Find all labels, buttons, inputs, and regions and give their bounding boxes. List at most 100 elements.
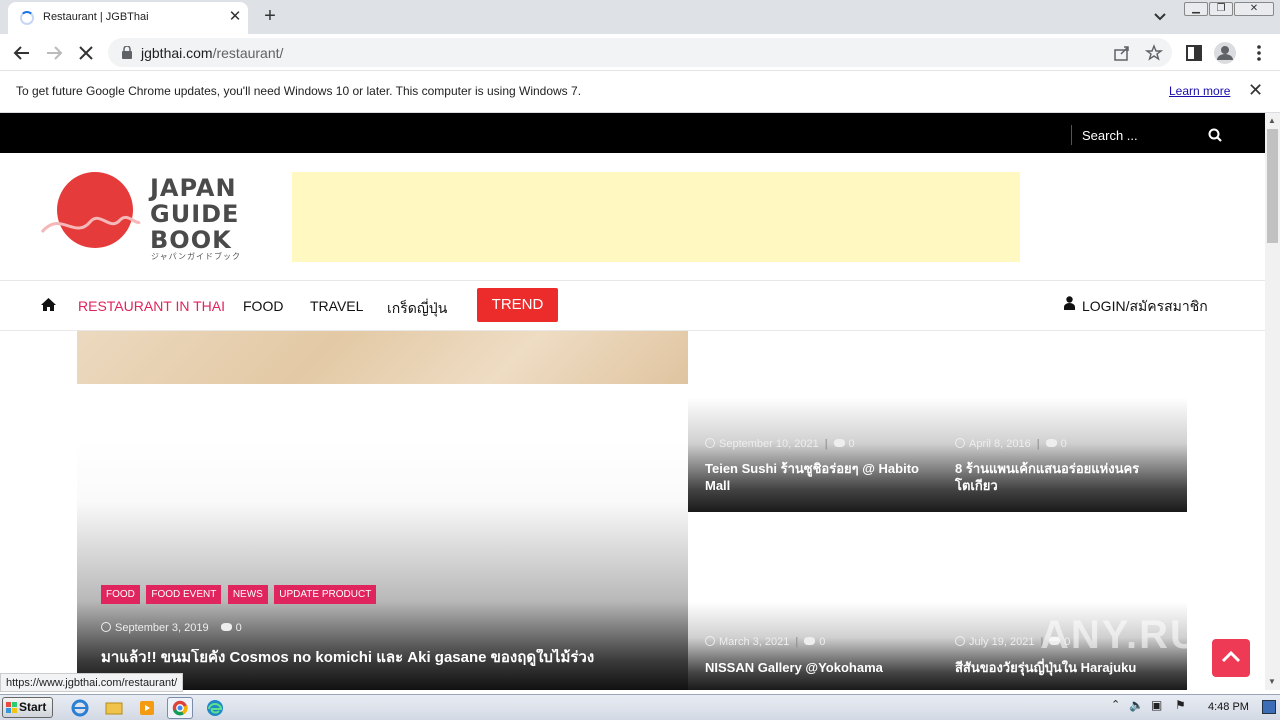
post-title[interactable]: 8 ร้านแพนเค้กแสนอร่อยแห่งนครโตเกียว [955,460,1175,494]
windows-flag-icon [6,702,17,713]
post-tags: FOOD FOOD EVENT NEWS UPDATE PRODUCT [101,584,378,604]
ad-banner[interactable] [292,172,1020,262]
start-button[interactable]: Start [2,697,53,718]
nav-trend-button[interactable]: TREND [477,288,558,322]
nav-food[interactable]: FOOD [243,298,283,314]
post-meta: September 3, 2019 0 [101,622,242,634]
featured-post[interactable]: FOOD FOOD EVENT NEWS UPDATE PRODUCT Sept… [77,331,688,690]
comment-icon [220,623,232,631]
tag-update-product[interactable]: UPDATE PRODUCT [274,585,377,604]
lock-icon[interactable] [122,46,132,59]
clock-icon [955,438,965,448]
nav-japan-trivia[interactable]: เกร็ดญี่ปุ่น [387,298,447,320]
post-meta: March 3, 2021 | 0 [705,636,825,648]
tag-food[interactable]: FOOD [101,585,140,604]
forward-arrow-icon[interactable] [42,41,66,65]
internet-explorer-icon[interactable] [67,697,93,719]
post-date: March 3, 2021 [719,636,790,648]
minimize-button[interactable]: ▁ [1184,2,1208,16]
post-date: April 8, 2016 [969,438,1031,450]
comment-icon [804,637,816,645]
post-card[interactable]: March 3, 2021 | 0 NISSAN Gallery @Yokohama [688,573,938,690]
scroll-thumb[interactable] [1267,129,1278,243]
post-date: July 19, 2021 [969,636,1035,648]
search-icon[interactable] [1208,128,1222,142]
post-meta: April 8, 2016 | 0 [955,438,1067,450]
tag-food-event[interactable]: FOOD EVENT [146,585,222,604]
side-panel-icon[interactable] [1182,41,1206,65]
restore-button[interactable]: ❐ [1209,2,1233,16]
tab-strip: Restaurant | JGBThai ✕ + ▁ ❐ ✕ [0,0,1280,34]
learn-more-link[interactable]: Learn more [1169,84,1230,98]
profile-avatar-icon[interactable] [1213,41,1237,65]
post-card[interactable]: September 10, 2021 | 0 Teien Sushi ร้านซูช… [688,359,938,512]
logo-wordmark: JAPAN GUIDE BOOK [150,174,240,254]
volume-icon[interactable]: 🔈 [1129,698,1144,712]
post-meta: September 10, 2021 | 0 [705,438,855,450]
action-center-flag-icon[interactable]: ⚑ [1175,698,1186,712]
loading-spinner-icon [20,11,34,25]
browser-tab[interactable]: Restaurant | JGBThai ✕ [8,2,248,34]
post-title[interactable]: สีสันของวัยรุ่นญี่ปุ่นใน Harajuku [955,659,1175,676]
site-search-input[interactable]: Search ... [1082,128,1138,143]
clock-icon [705,438,715,448]
edge-icon[interactable] [202,697,228,719]
site-top-bar: Search ... [0,113,1265,153]
taskbar: Start ⌃ 🔈 ▣ ⚑ 4:48 PM [0,694,1280,720]
tag-news[interactable]: NEWS [227,585,268,604]
scroll-down-icon[interactable]: ▼ [1268,677,1276,686]
address-bar[interactable]: jgbthai.com/restaurant/ [108,38,1172,67]
logo-subtitle: ジャパンガイドブック [151,252,241,261]
network-icon[interactable]: ▣ [1151,698,1162,712]
post-date: September 3, 2019 [115,622,209,634]
show-hidden-icons-icon[interactable]: ⌃ [1111,698,1120,711]
stop-loading-icon[interactable] [74,41,98,65]
comment-icon [833,439,845,447]
tab-search-chevron-icon[interactable] [1150,8,1170,26]
back-arrow-icon[interactable] [10,41,34,65]
watermark-logo: ANY.RUN [1040,613,1232,657]
bookmark-star-icon[interactable] [1145,44,1163,62]
home-icon[interactable] [41,298,56,311]
tab-title: Restaurant | JGBThai [43,11,149,23]
nav-travel[interactable]: TRAVEL [310,298,363,314]
taskbar-clock[interactable]: 4:48 PM [1208,701,1249,713]
media-player-icon[interactable] [134,697,160,719]
start-label: Start [19,700,47,714]
clock-icon [705,636,715,646]
share-icon[interactable] [1113,44,1131,62]
scroll-up-icon[interactable]: ▲ [1268,116,1276,125]
nav-restaurant[interactable]: RESTAURANT IN THAI [78,298,225,314]
update-infobar: To get future Google Chrome updates, you… [0,71,1280,113]
page-scrollbar[interactable]: ▲ ▼ [1265,113,1280,690]
user-icon[interactable] [1064,296,1075,310]
show-desktop-button[interactable] [1262,700,1276,714]
post-title[interactable]: มาแล้ว!! ขนมโยคัง Cosmos no komichi และ … [101,649,681,666]
infobar-close-icon[interactable]: ✕ [1248,80,1263,101]
comment-count: 0 [848,438,855,450]
new-tab-button[interactable]: + [258,4,282,28]
comment-count: 0 [819,636,826,648]
file-explorer-icon[interactable] [101,697,127,719]
close-window-button[interactable]: ✕ [1234,2,1274,16]
url-text: jgbthai.com/restaurant/ [141,45,284,61]
main-nav: RESTAURANT IN THAI FOOD TRAVEL เกร็ดญี่ป… [0,281,1265,331]
post-date: September 10, 2021 [719,438,819,450]
more-menu-icon[interactable] [1247,41,1271,65]
comment-icon [1045,439,1057,447]
infobar-message: To get future Google Chrome updates, you… [16,84,582,98]
post-card[interactable]: April 8, 2016 | 0 8 ร้านแพนเค้กแสนอร่อยแห่… [938,359,1187,512]
comment-count: 0 [235,622,242,634]
tab-close-icon[interactable]: ✕ [225,7,245,25]
chrome-icon[interactable] [167,697,193,719]
comment-count: 0 [1060,438,1067,450]
back-to-top-button[interactable] [1212,639,1250,677]
login-link[interactable]: LOGIN/สมัครสมาชิก [1082,296,1208,318]
clock-icon [955,636,965,646]
browser-toolbar: jgbthai.com/restaurant/ [0,34,1280,71]
status-bubble-url: https://www.jgbthai.com/restaurant/ [0,673,184,692]
post-title[interactable]: Teien Sushi ร้านซูชิอร่อยๆ @ Habito Mall [705,460,925,494]
divider [1071,125,1072,145]
clock-icon [101,622,111,632]
post-title[interactable]: NISSAN Gallery @Yokohama [705,659,925,676]
